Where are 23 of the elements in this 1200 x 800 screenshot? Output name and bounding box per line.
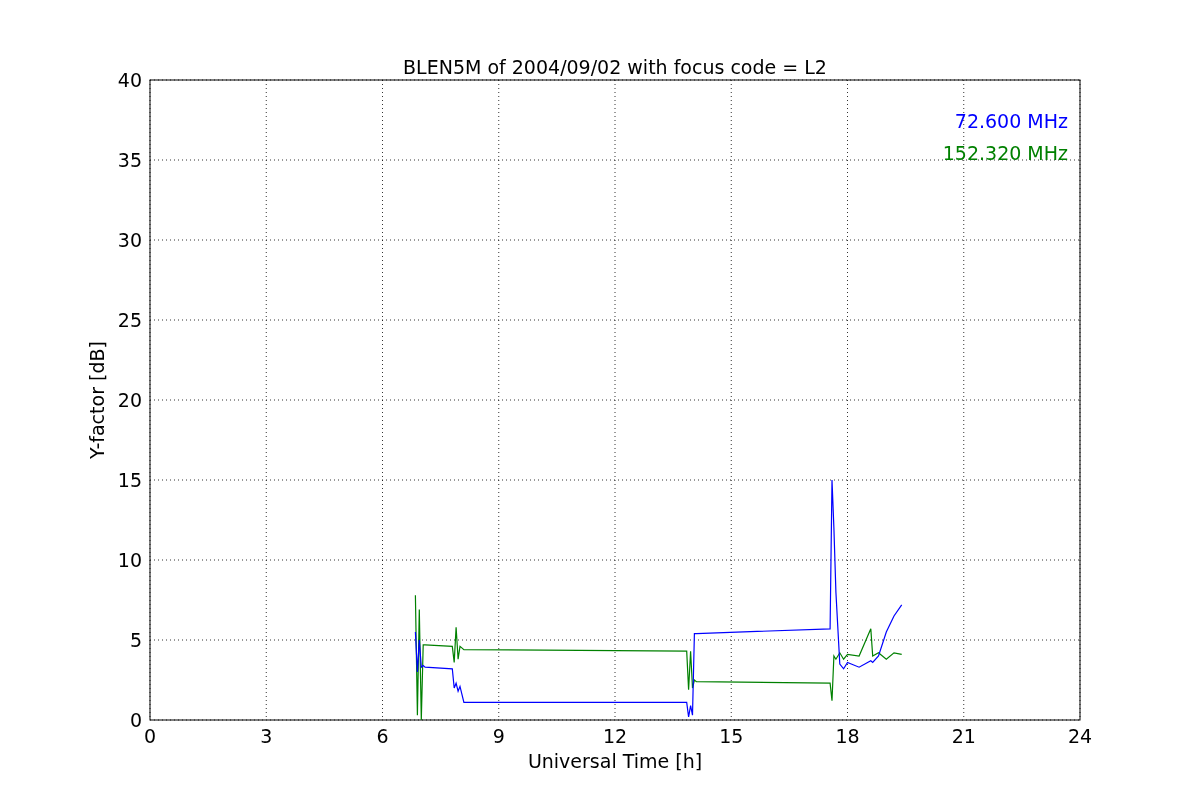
legend-label: 72.600 MHz: [954, 110, 1068, 132]
x-tick-label: 6: [376, 725, 389, 747]
x-axis-label: Universal Time [h]: [527, 750, 703, 772]
y-tick-label: 20: [117, 389, 142, 411]
x-tick-label: 3: [260, 725, 273, 747]
x-tick-label: 21: [951, 725, 976, 747]
legend-label: 152.320 MHz: [942, 142, 1068, 164]
y-tick-label: 35: [117, 149, 142, 171]
y-tick-label: 40: [117, 69, 142, 91]
y-tick-label: 0: [129, 709, 142, 731]
chart-title: BLEN5M of 2004/09/02 with focus code = L2: [403, 56, 827, 78]
y-tick-label: 25: [117, 309, 142, 331]
x-tick-label: 9: [492, 725, 505, 747]
x-tick-label: 24: [1067, 725, 1093, 747]
x-tick-label: 15: [719, 725, 744, 747]
y-tick-label: 15: [117, 469, 142, 491]
y-axis-label: Y-factor [dB]: [86, 341, 108, 459]
y-tick-label: 10: [117, 549, 142, 571]
y-tick-label: 5: [129, 629, 142, 651]
x-tick-label: 18: [835, 725, 860, 747]
y-tick-label: 30: [117, 229, 142, 251]
x-tick-label: 0: [143, 725, 157, 747]
x-tick-label: 12: [602, 725, 628, 747]
